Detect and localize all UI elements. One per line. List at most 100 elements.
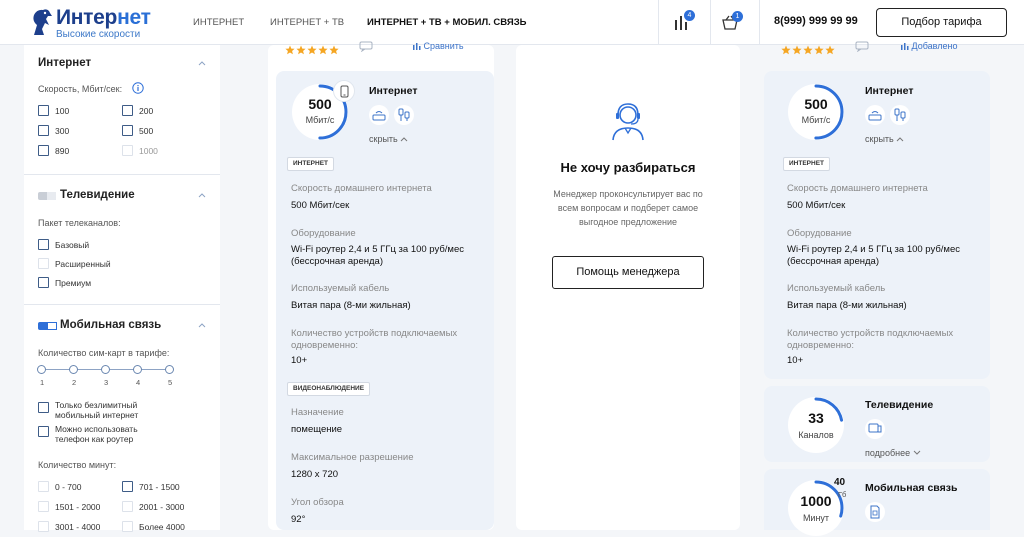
speed-500-checkbox[interactable]	[122, 125, 133, 136]
speed-200-label: 200	[139, 106, 154, 116]
devices-line: одновременно:	[291, 340, 358, 351]
compare-link[interactable]: Сравнить	[413, 41, 464, 51]
unlimited-internet-checkbox[interactable]	[38, 402, 49, 413]
chevron-up-icon[interactable]	[198, 321, 206, 329]
minutes-3001-4000-checkbox[interactable]	[38, 521, 49, 532]
speed-detail-label: Скорость домашнего интернета	[291, 183, 432, 194]
minutes-701-1500-checkbox[interactable]	[122, 481, 133, 492]
cable-icon	[394, 105, 414, 125]
star-icon	[781, 45, 791, 55]
minutes-option-label: 2001 - 3000	[139, 502, 185, 512]
slider-stop[interactable]	[69, 365, 78, 374]
manager-help-card: Не хочу разбираться Менеджер проконсульт…	[516, 45, 740, 530]
minutes-2001-3000-checkbox[interactable]	[122, 501, 133, 512]
tv-toggle[interactable]	[38, 192, 56, 200]
minutes-1501-2000-checkbox[interactable]	[38, 501, 49, 512]
label-line: мобильный интернет	[55, 410, 139, 420]
filter-mobile-title[interactable]: Мобильная связь	[60, 319, 161, 331]
compare-button[interactable]: 4	[672, 10, 698, 36]
equipment-line: Wi-Fi роутер 2,4 и 5 ГГц за 100 руб/мес	[787, 244, 960, 255]
comment-icon[interactable]	[359, 41, 373, 52]
purpose-label: Назначение	[291, 407, 344, 418]
support-agent-icon	[612, 103, 644, 141]
label-line: Только безлимитный	[55, 400, 138, 410]
filter-sidebar: Интернет Скорость, Мбит/сек: 100 200 300…	[24, 45, 220, 532]
phone-number[interactable]: 8(999) 999 99 99	[774, 15, 858, 27]
tv-premium-checkbox[interactable]	[38, 277, 49, 288]
devices-line: Количество устройств подключаемых	[291, 328, 458, 339]
chevron-up-icon[interactable]	[198, 191, 206, 199]
hide-details-link[interactable]: скрыть	[369, 134, 408, 144]
minutes-unit: Минут	[802, 513, 830, 523]
slider-stop[interactable]	[37, 365, 46, 374]
gigabytes-value: 40	[834, 477, 846, 488]
slider-stop[interactable]	[133, 365, 142, 374]
filter-internet-title[interactable]: Интернет	[38, 57, 91, 69]
filter-internet-section: Интернет Скорость, Мбит/сек: 100 200 300…	[24, 45, 220, 175]
tv-box-icon	[865, 419, 885, 439]
tv-more-link[interactable]: подробнее	[865, 448, 921, 458]
speed-100-checkbox[interactable]	[38, 105, 49, 116]
description-line: всем вопросам и подберет самое	[557, 203, 699, 213]
devices-label: Количество устройств подключаемых одновре…	[291, 328, 457, 352]
equipment-line: Wi-Fi роутер 2,4 и 5 ГГц за 100 руб/мес	[291, 244, 464, 255]
speed-value: 500	[804, 96, 828, 112]
slider-stop[interactable]	[101, 365, 110, 374]
resolution-label: Максимальное разрешение	[291, 452, 414, 463]
speed-200-checkbox[interactable]	[122, 105, 133, 116]
tv-basic-label: Базовый	[55, 240, 90, 250]
equipment-value: Wi-Fi роутер 2,4 и 5 ГГц за 100 руб/мес(…	[787, 244, 960, 268]
filter-mobile-section: Мобильная связь Количество сим-карт в та…	[24, 305, 220, 532]
equipment-line: (бессрочная аренда)	[291, 256, 383, 267]
minutes-option-label: 701 - 1500	[139, 482, 180, 492]
slider-label: 5	[168, 378, 173, 387]
rating-stars	[285, 42, 340, 55]
devices-value: 10+	[787, 355, 804, 366]
manager-help-button[interactable]: Помощь менеджера	[552, 256, 704, 289]
logo[interactable]: Интернет Высокие скорости	[28, 5, 151, 41]
hide-link-text: скрыть	[865, 134, 894, 144]
tv-premium-label: Премиум	[55, 278, 92, 288]
chevron-down-icon	[913, 450, 920, 455]
chevron-up-icon[interactable]	[198, 59, 206, 67]
speed-890-checkbox[interactable]	[38, 145, 49, 156]
star-icon	[803, 45, 813, 55]
speed-300-checkbox[interactable]	[38, 125, 49, 136]
rating-stars	[781, 42, 836, 55]
minutes-option-label: 1501 - 2000	[55, 502, 101, 512]
hide-details-link[interactable]: скрыть	[865, 134, 904, 144]
header-divider	[658, 0, 659, 45]
channels-value: 33	[808, 410, 824, 426]
brand-name: Интернет	[56, 6, 151, 30]
mobile-toggle[interactable]	[38, 322, 57, 330]
compare-count-badge: 4	[684, 10, 695, 21]
router-mode-checkbox[interactable]	[38, 426, 49, 437]
header-divider	[710, 0, 711, 45]
router-icon	[369, 105, 389, 125]
tv-extended-checkbox[interactable]	[38, 258, 49, 269]
added-to-compare-link[interactable]: Добавлено	[901, 41, 957, 51]
equipment-label: Оборудование	[291, 228, 356, 239]
nav-internet-tv[interactable]: ИНТЕРНЕТ + ТВ	[270, 17, 344, 28]
equipment-line: (бессрочная аренда)	[787, 256, 879, 267]
comment-icon[interactable]	[855, 41, 869, 52]
pick-tariff-button[interactable]: Подбор тарифа	[876, 8, 1007, 37]
channels-unit: Каналов	[798, 430, 834, 440]
cart-button[interactable]: 1	[720, 10, 746, 36]
slider-label: 3	[104, 378, 109, 387]
info-icon[interactable]	[132, 82, 144, 94]
minutes-4000-plus-checkbox[interactable]	[122, 521, 133, 532]
manager-description: Менеджер проконсультирует вас по всем воп…	[540, 187, 716, 229]
speed-1000-label: 1000	[139, 146, 158, 156]
minutes-0-700-checkbox[interactable]	[38, 481, 49, 492]
cable-label: Используемый кабель	[291, 283, 390, 294]
speed-detail-value: 500 Мбит/сек	[291, 200, 350, 211]
nav-internet[interactable]: ИНТЕРНЕТ	[193, 17, 244, 28]
slider-stop[interactable]	[165, 365, 174, 374]
tv-basic-checkbox[interactable]	[38, 239, 49, 250]
sim-count-slider[interactable]: 1 2 3 4 5	[24, 363, 220, 393]
nav-internet-tv-mobile[interactable]: ИНТЕРНЕТ + ТВ + МОБИЛ. СВЯЗЬ	[367, 17, 526, 28]
router-icon	[865, 105, 885, 125]
filter-tv-title[interactable]: Телевидение	[60, 189, 135, 201]
speed-1000-checkbox[interactable]	[122, 145, 133, 156]
